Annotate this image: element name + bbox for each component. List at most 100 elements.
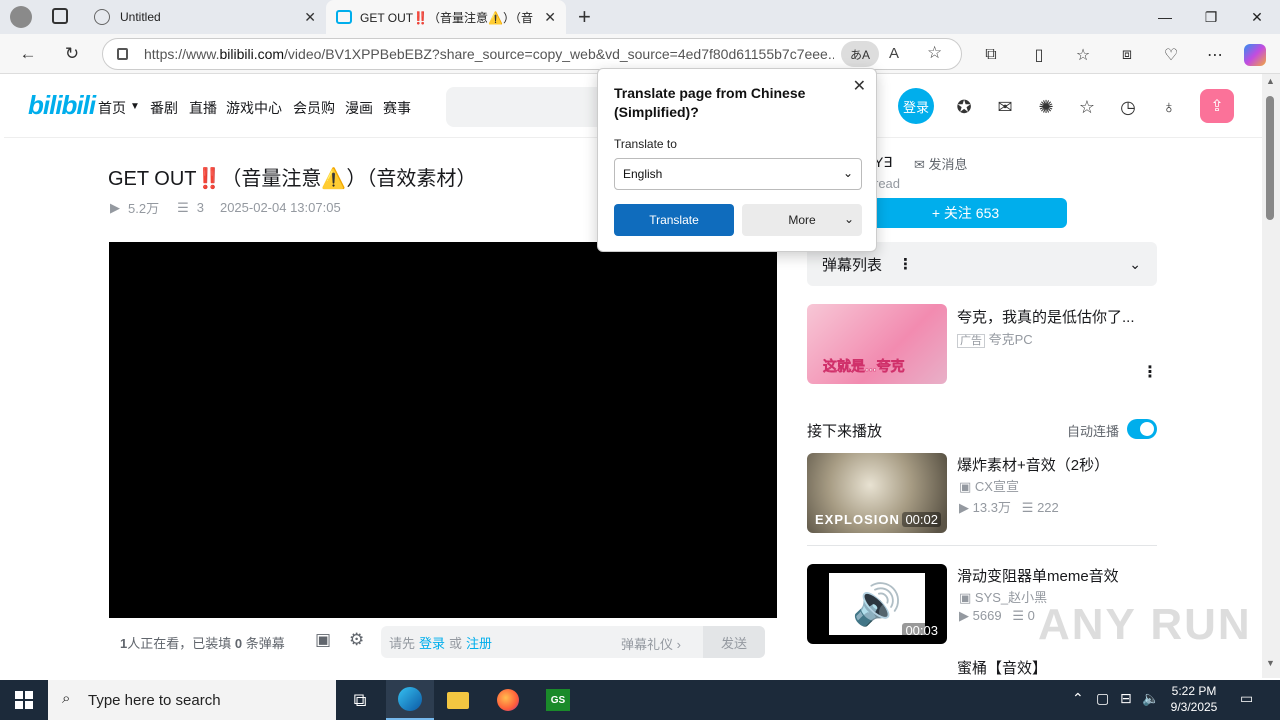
window-close-icon[interactable]: ✕ [1234, 0, 1280, 34]
url-field[interactable]: https://www.bilibili.com/video/BV1XPPBeb… [102, 38, 962, 70]
kebab-menu-icon[interactable]: ⋮ [1142, 362, 1158, 382]
device-icon[interactable]: ▢ [1096, 690, 1109, 707]
danmaku-settings-icon[interactable]: ⚙ [349, 630, 364, 650]
network-icon[interactable]: ⊟ [1120, 690, 1132, 707]
vip-icon[interactable]: ✪ [953, 96, 975, 118]
restore-icon[interactable]: ❐ [1188, 0, 1234, 34]
favorite-star-icon[interactable]: ☆ [927, 43, 942, 63]
windows-start-icon[interactable] [0, 680, 48, 720]
up-badge-icon: ▣ [959, 479, 972, 494]
danmaku-toggle-icon[interactable]: ▣ [315, 630, 331, 650]
copilot-icon[interactable] [1244, 44, 1266, 66]
chevron-down-icon: ⌄ [842, 166, 853, 180]
send-button[interactable]: 发送 [703, 626, 765, 658]
split-screen-icon[interactable]: ▯ [1026, 42, 1052, 68]
selected-language: English [623, 167, 663, 181]
message-icon[interactable]: ✉ [994, 96, 1016, 118]
back-icon[interactable]: ← [14, 40, 42, 68]
close-icon[interactable]: ✕ [853, 76, 866, 96]
kebab-menu-icon[interactable]: ⋮ [898, 255, 913, 273]
translate-button[interactable]: Translate [614, 204, 734, 236]
tab-bilibili[interactable]: GET OUT‼️（音量注意⚠️）（音 ✕ [326, 0, 566, 34]
nav-home[interactable]: 首页 [98, 98, 126, 118]
tab-actions-icon[interactable] [52, 8, 68, 24]
read-aloud-icon[interactable]: A [889, 45, 899, 62]
close-icon[interactable]: ✕ [304, 9, 316, 26]
login-link[interactable]: 登录 [419, 633, 445, 652]
chevron-down-icon[interactable]: ⌄ [1129, 256, 1141, 273]
nav-events[interactable]: 赛事 [383, 98, 411, 118]
follow-button[interactable]: + 关注 653 [864, 198, 1067, 228]
collections-icon[interactable]: ⧈ [1114, 42, 1140, 68]
language-select[interactable]: English ⌄ [614, 158, 862, 190]
danmaku-count-icon: ☰ [1021, 500, 1034, 515]
page-scrollbar[interactable]: ▲ ▼ [1262, 74, 1280, 678]
chevron-up-icon[interactable]: ⌃ [1072, 690, 1084, 707]
login-button[interactable]: 登录 [898, 88, 934, 124]
nav-game-center[interactable]: 游戏中心 [226, 98, 282, 118]
scroll-down-icon[interactable]: ▼ [1266, 658, 1275, 668]
favorites-star-icon[interactable]: ☆ [1076, 96, 1098, 118]
dynamics-icon[interactable]: ✺ [1035, 96, 1057, 118]
video-player[interactable] [109, 242, 777, 618]
nav-member-shop[interactable]: 会员购 [293, 98, 335, 118]
lock-icon [117, 48, 128, 60]
notification-icon[interactable]: ▭ [1240, 690, 1253, 707]
register-link[interactable]: 注册 [466, 633, 492, 652]
history-icon[interactable]: ◷ [1117, 96, 1139, 118]
chevron-right-icon: › [676, 637, 681, 652]
search-icon: ⌕ [62, 690, 71, 707]
taskbar: ⌕ Type here to search ⧉ GS ⌃ ▢ ⊟ 🔈 5:22 … [0, 680, 1280, 720]
extensions-icon[interactable]: ⧉ [978, 42, 1004, 68]
watching-status: 1人正在看，已装填 0 条弹幕 [120, 636, 285, 651]
browser-essentials-icon[interactable]: ♡ [1158, 42, 1184, 68]
creator-bulb-icon[interactable]: ♁ [1158, 96, 1180, 118]
video-title-link[interactable]: 滑动变阻器单meme音效 [957, 565, 1119, 586]
nav-manga[interactable]: 漫画 [345, 98, 373, 118]
close-icon[interactable]: ✕ [544, 9, 556, 26]
video-stats: ▶ 13.3万 ☰ 222 [959, 500, 1059, 515]
duration-badge: 00:02 [902, 512, 941, 527]
chevron-down-icon: ▼ [130, 101, 140, 112]
favorites-icon[interactable]: ☆ [1070, 42, 1096, 68]
danmaku-list-label: 弹幕列表 [822, 256, 883, 274]
video-title-link[interactable]: 蜜桶【音效】 [957, 657, 1047, 678]
divider [807, 545, 1157, 546]
tab-bar: Untitled ✕ GET OUT‼️（音量注意⚠️）（音 ✕ + — ❐ ✕ [0, 0, 1280, 34]
taskbar-search-input[interactable]: ⌕ Type here to search [48, 680, 336, 720]
video-thumbnail[interactable]: 🔊 00:03 [807, 564, 947, 644]
video-stats: ▶ 5669 ☰ 0 [959, 608, 1035, 623]
nav-anime[interactable]: 番剧 [150, 98, 178, 118]
gs-app-icon[interactable]: GS [534, 680, 582, 720]
profile-icon[interactable] [10, 6, 32, 28]
refresh-icon[interactable]: ↻ [58, 40, 86, 68]
danmaku-etiquette-link[interactable]: 弹幕礼仪 [621, 637, 673, 652]
bilibili-logo[interactable]: bilibili [28, 90, 96, 121]
video-thumbnail[interactable]: EXPLOSION 00:02 [807, 453, 947, 533]
play-count-icon: ▶ [959, 608, 969, 623]
file-explorer-icon[interactable] [434, 680, 482, 720]
send-message-link[interactable]: ✉ 发消息 [914, 154, 968, 173]
up-badge-icon: ▣ [959, 590, 972, 605]
ad-thumbnail[interactable]: 这就是...夸克 [807, 304, 947, 384]
nav-live[interactable]: 直播 [189, 98, 217, 118]
video-title-link[interactable]: 爆炸素材+音效（2秒） [957, 454, 1109, 475]
volume-icon[interactable]: 🔈 [1142, 690, 1159, 707]
upload-icon[interactable]: ⇪ [1200, 89, 1234, 123]
more-button[interactable]: More ⌄ [742, 204, 862, 236]
ad-title[interactable]: 夸克，我真的是低估你了... [957, 306, 1135, 327]
video-author: ▣ SYS_赵小黑 [959, 590, 1048, 605]
edge-app-icon[interactable] [386, 680, 434, 720]
danmaku-count-icon: ☰ [1012, 608, 1025, 623]
tab-untitled[interactable]: Untitled ✕ [84, 0, 326, 34]
new-tab-icon[interactable]: + [578, 4, 591, 30]
translate-icon[interactable]: あA [841, 41, 879, 67]
scrollbar-thumb[interactable] [1266, 96, 1274, 220]
minimize-icon[interactable]: — [1142, 0, 1188, 34]
firefox-app-icon[interactable] [484, 680, 532, 720]
more-menu-icon[interactable]: ⋯ [1202, 42, 1228, 68]
task-view-icon[interactable]: ⧉ [336, 680, 384, 720]
autoplay-toggle[interactable] [1127, 419, 1157, 439]
clock[interactable]: 5:22 PM 9/3/2025 [1163, 683, 1225, 715]
scroll-up-icon[interactable]: ▲ [1266, 76, 1275, 86]
